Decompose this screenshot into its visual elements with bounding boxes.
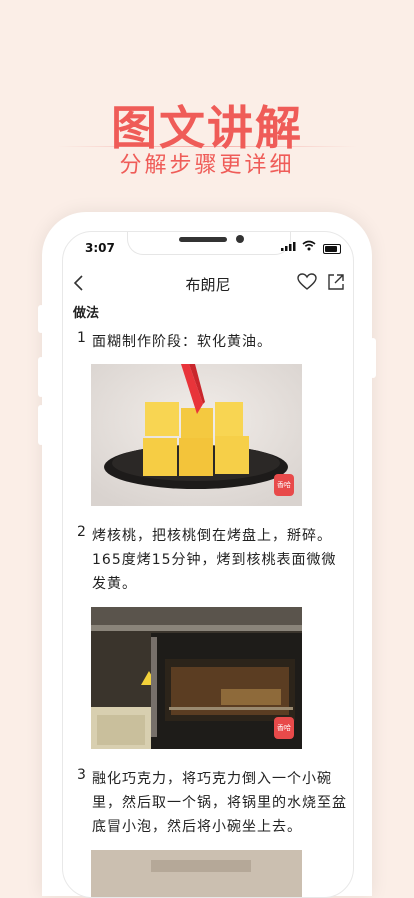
butter-image xyxy=(91,364,302,506)
phone-volume-down xyxy=(38,405,44,445)
phone-screen: 3:07 布朗尼 做法 1 面糊制作阶段：软化黄油。 香哈 2 烤核桃，把核桃倒… xyxy=(62,231,354,898)
wifi-icon xyxy=(302,240,316,251)
section-label-method: 做法 xyxy=(73,306,100,321)
step-text: 烤核桃，把核桃倒在烤盘上，掰碎。165度烤15分钟，烤到核桃表面微微发黄。 xyxy=(92,528,337,592)
phone-volume-up xyxy=(38,357,44,397)
step-number: 2 xyxy=(77,524,86,540)
share-icon[interactable] xyxy=(327,273,345,291)
battery-icon xyxy=(323,244,341,254)
step-photo-chocolate xyxy=(91,850,302,897)
step-text: 融化巧克力，将巧克力倒入一个小碗里，然后取一个锅，将锅里的水烧至盆底冒小泡，然后… xyxy=(92,771,347,835)
phone-side-button xyxy=(38,305,44,333)
phone-power-button xyxy=(370,338,376,378)
step-number: 3 xyxy=(77,767,86,783)
step-item: 3 融化巧克力，将巧克力倒入一个小碗里，然后取一个锅，将锅里的水烧至盆底冒小泡，… xyxy=(77,767,347,839)
favorite-heart-icon[interactable] xyxy=(297,273,317,291)
watermark-logo: 香哈 xyxy=(274,717,294,739)
watermark-logo: 香哈 xyxy=(274,474,294,496)
nav-bar: 布朗尼 xyxy=(63,270,353,298)
signal-icon xyxy=(281,242,296,251)
status-time: 3:07 xyxy=(85,241,115,255)
oven-image xyxy=(91,607,302,749)
step-text: 面糊制作阶段：软化黄油。 xyxy=(92,334,272,350)
step-number: 1 xyxy=(77,330,86,346)
step-photo-butter: 香哈 xyxy=(91,364,302,506)
step-item: 2 烤核桃，把核桃倒在烤盘上，掰碎。165度烤15分钟，烤到核桃表面微微发黄。 xyxy=(77,524,347,596)
promo-banner: 图文讲解 分解步骤更详细 xyxy=(0,0,414,200)
status-bar: 3:07 xyxy=(63,232,353,268)
step-photo-oven: 香哈 xyxy=(91,607,302,749)
chocolate-image xyxy=(91,850,302,897)
promo-subtitle: 分解步骤更详细 xyxy=(119,153,295,178)
